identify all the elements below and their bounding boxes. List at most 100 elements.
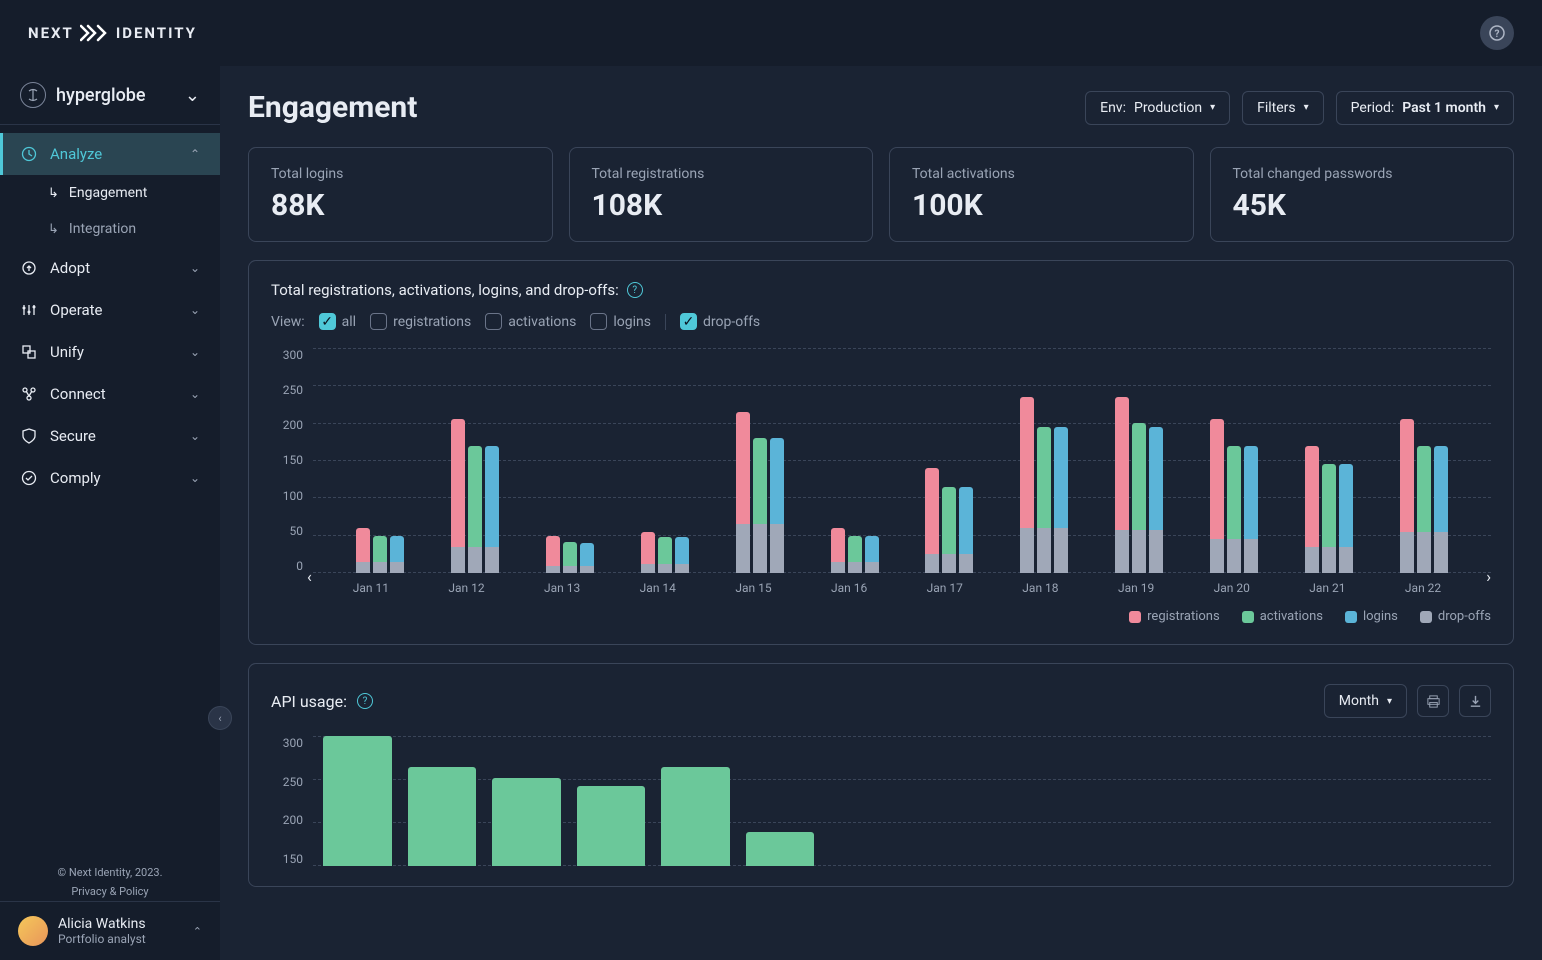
sub-item-engagement[interactable]: ↳ Engagement: [0, 175, 220, 211]
bar-group: [546, 348, 594, 573]
nav-item-connect[interactable]: Connect ⌄: [0, 373, 220, 415]
bar[interactable]: [546, 536, 560, 573]
y-tick: 200: [271, 418, 303, 432]
bar[interactable]: [1037, 427, 1051, 573]
stat-label: Total registrations: [592, 166, 851, 182]
sub-item-integration[interactable]: ↳ Integration: [0, 211, 220, 247]
check-circle-icon: [20, 469, 38, 487]
bar-group: [1400, 348, 1448, 573]
bar[interactable]: [1322, 464, 1336, 573]
info-icon[interactable]: ?: [357, 693, 373, 709]
bar[interactable]: [1054, 427, 1068, 573]
collapse-sidebar-button[interactable]: ‹: [208, 706, 232, 730]
download-button[interactable]: [1459, 685, 1491, 717]
bar[interactable]: [1244, 446, 1258, 574]
bar[interactable]: [485, 446, 499, 574]
bar[interactable]: [408, 767, 477, 866]
bar[interactable]: [746, 832, 815, 866]
view-label: View:: [271, 314, 305, 330]
bar[interactable]: [641, 532, 655, 573]
nav-item-analyze[interactable]: Analyze ⌃: [0, 133, 220, 175]
nav-item-secure[interactable]: Secure ⌄: [0, 415, 220, 457]
bar[interactable]: [1149, 427, 1163, 573]
bar[interactable]: [661, 767, 730, 866]
bar[interactable]: [373, 536, 387, 573]
bar[interactable]: [1132, 423, 1146, 573]
bar[interactable]: [959, 487, 973, 573]
legend-item[interactable]: registrations: [1129, 609, 1220, 624]
view-filter-logins[interactable]: logins: [590, 313, 651, 330]
bar[interactable]: [1305, 446, 1319, 574]
bar[interactable]: [770, 438, 784, 573]
y-tick: 300: [271, 348, 303, 362]
env-selector[interactable]: Env: Production ▾: [1085, 91, 1230, 125]
legend-item[interactable]: activations: [1242, 609, 1323, 624]
api-period-selector[interactable]: Month ▾: [1324, 684, 1407, 718]
nav-item-unify[interactable]: Unify ⌄: [0, 331, 220, 373]
chart-prev-button[interactable]: ‹: [307, 567, 312, 586]
help-button[interactable]: ?: [1480, 16, 1514, 50]
view-filter-registrations[interactable]: registrations: [370, 313, 471, 330]
view-filter-activations[interactable]: activations: [485, 313, 576, 330]
x-tick: Jan 15: [735, 581, 771, 595]
bar[interactable]: [451, 419, 465, 573]
bar[interactable]: [390, 536, 404, 573]
bar[interactable]: [1400, 419, 1414, 573]
bar[interactable]: [942, 487, 956, 573]
bar[interactable]: [1339, 464, 1353, 573]
bar[interactable]: [492, 778, 561, 866]
bar[interactable]: [658, 537, 672, 573]
legend-label: registrations: [1147, 609, 1220, 624]
org-name: hyperglobe: [56, 85, 146, 106]
org-selector[interactable]: hyperglobe ⌄: [0, 66, 220, 125]
info-icon[interactable]: ?: [627, 282, 643, 298]
svg-text:?: ?: [1495, 29, 1500, 40]
bar[interactable]: [563, 542, 577, 574]
bar[interactable]: [865, 536, 879, 573]
bar[interactable]: [1210, 419, 1224, 573]
legend-item[interactable]: logins: [1345, 609, 1398, 624]
filter-label: drop-offs: [703, 314, 760, 330]
nav-item-adopt[interactable]: Adopt ⌄: [0, 247, 220, 289]
bar[interactable]: [753, 438, 767, 573]
y-tick: 50: [271, 524, 303, 538]
bar[interactable]: [848, 536, 862, 573]
bar-group: [1305, 348, 1353, 573]
view-filter-all[interactable]: ✓all: [319, 313, 356, 330]
print-button[interactable]: [1417, 685, 1449, 717]
period-selector[interactable]: Period: Past 1 month ▾: [1336, 91, 1514, 125]
filters-button[interactable]: Filters ▾: [1242, 91, 1324, 125]
bar[interactable]: [1417, 446, 1431, 574]
clock-icon: [20, 145, 38, 163]
nav-item-operate[interactable]: Operate ⌄: [0, 289, 220, 331]
privacy-link[interactable]: Privacy & Policy: [0, 882, 220, 901]
stat-card-logins: Total logins 88K: [248, 147, 553, 242]
api-chart-area: 300250200150: [271, 736, 1491, 866]
page-title: Engagement: [248, 90, 1073, 125]
api-chart-title: API usage:: [271, 692, 347, 711]
bar[interactable]: [675, 537, 689, 573]
bar[interactable]: [356, 528, 370, 573]
y-tick: 250: [271, 383, 303, 397]
bar[interactable]: [580, 543, 594, 573]
stat-card-passwords: Total changed passwords 45K: [1210, 147, 1515, 242]
bar[interactable]: [831, 528, 845, 573]
bar[interactable]: [323, 736, 392, 866]
bar[interactable]: [468, 446, 482, 574]
bar[interactable]: [925, 468, 939, 573]
bar[interactable]: [1115, 397, 1129, 573]
bars: [313, 736, 1491, 866]
view-filter-drop-offs[interactable]: ✓drop-offs: [680, 313, 760, 330]
bar[interactable]: [1020, 397, 1034, 573]
bar[interactable]: [1227, 446, 1241, 574]
nav-item-comply[interactable]: Comply ⌄: [0, 457, 220, 499]
checkbox-icon: [590, 313, 607, 330]
chart-next-button[interactable]: ›: [1486, 567, 1491, 586]
bar[interactable]: [1434, 446, 1448, 574]
chevron-down-icon: ⌄: [190, 429, 200, 443]
chevron-down-icon: ⌄: [190, 345, 200, 359]
user-row[interactable]: Alicia Watkins Portfolio analyst ⌃: [0, 901, 220, 960]
legend-item[interactable]: drop-offs: [1420, 609, 1491, 624]
bar[interactable]: [577, 786, 646, 866]
bar[interactable]: [736, 412, 750, 573]
